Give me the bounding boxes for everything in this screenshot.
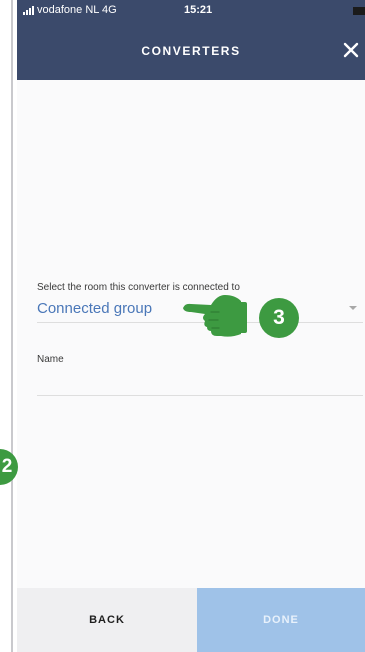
carrier-label: vodafone NL 4G	[37, 4, 117, 16]
step-3-badge: 3	[259, 298, 299, 338]
nav-bar: CONVERTERS	[17, 22, 365, 80]
back-button[interactable]: BACK	[17, 588, 197, 652]
footer-actions: BACK DONE	[17, 588, 365, 652]
chevron-down-icon	[349, 306, 357, 310]
status-time: 15:21	[184, 4, 213, 16]
room-select-value: Connected group	[37, 300, 153, 317]
close-icon[interactable]	[339, 38, 363, 62]
name-input[interactable]	[37, 368, 363, 396]
left-rule	[11, 0, 13, 652]
status-bar: vodafone NL 4G 15:21	[17, 0, 365, 22]
step-2-badge: 2	[0, 449, 18, 485]
name-label: Name	[37, 354, 64, 365]
battery-icon	[353, 7, 365, 15]
done-button[interactable]: DONE	[197, 588, 365, 652]
pointing-hand-icon	[181, 290, 253, 338]
signal-icon	[23, 6, 34, 15]
page-title: CONVERTERS	[141, 44, 241, 58]
